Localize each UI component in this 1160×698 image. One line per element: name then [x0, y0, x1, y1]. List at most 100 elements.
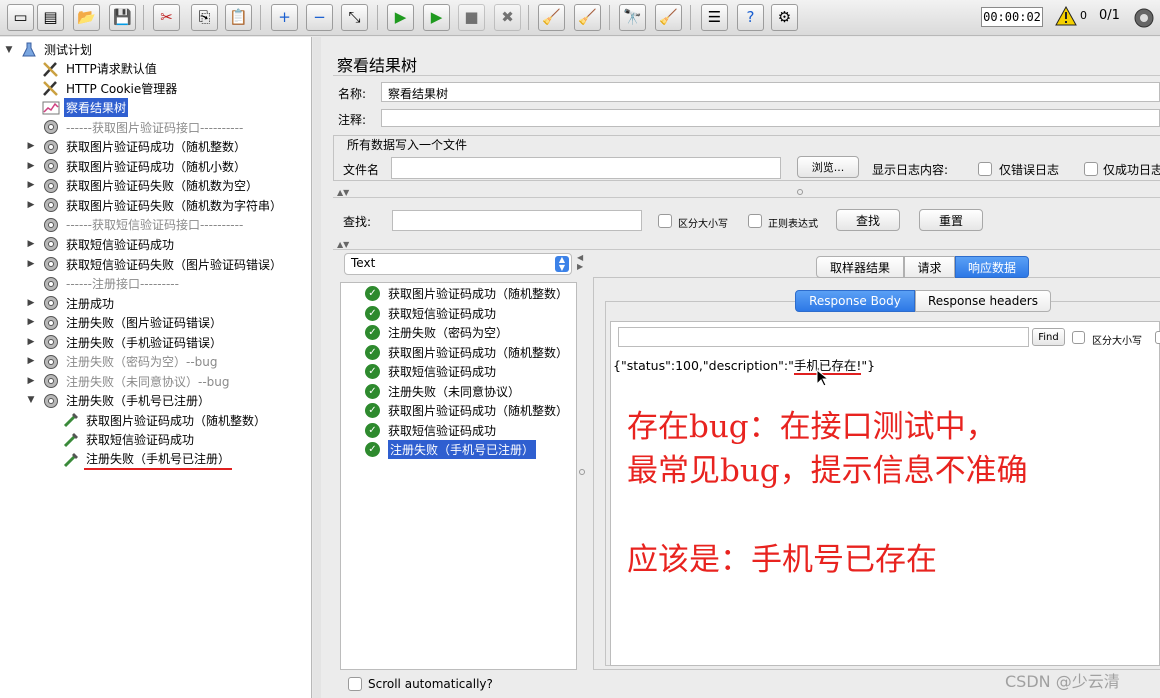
tree-node[interactable]: ▶ 获取短信验证码失败（图片验证码错误） — [28, 255, 284, 274]
tree-node[interactable]: ▶ 注册失败（手机验证码错误） — [28, 333, 224, 352]
search-button[interactable]: 查找 — [836, 209, 900, 231]
chevron-right-icon[interactable]: ▶ — [26, 298, 36, 308]
result-item[interactable]: ✓ 注册失败（未同意协议） — [365, 382, 520, 401]
split-arrows-icon[interactable]: ▲▼ — [337, 240, 349, 249]
chevron-right-icon[interactable]: ▶ — [26, 239, 36, 249]
chevron-right-icon[interactable]: ▶ — [26, 317, 36, 327]
warning-icon[interactable] — [1055, 5, 1077, 29]
chevron-right-icon[interactable]: ▶ — [26, 200, 36, 210]
tree-node[interactable]: ▶ 注册失败（图片验证码错误） — [28, 313, 224, 332]
stop-button[interactable]: ■ — [458, 4, 485, 31]
cut-button[interactable]: ✂ — [153, 4, 180, 31]
result-item[interactable]: ✓ 注册失败（手机号已注册） — [365, 440, 537, 459]
regex-checkbox[interactable] — [748, 214, 762, 228]
start-button[interactable]: ▶ — [387, 4, 414, 31]
chevron-updown-icon[interactable]: ▲ ▼ — [555, 256, 569, 272]
collapse-button[interactable]: − — [306, 4, 333, 31]
search-binoculars-button[interactable]: 🔭 — [619, 4, 646, 31]
tree-node[interactable]: ▶ 注册失败（密码为空）--bug — [28, 352, 220, 371]
tab-sampler-result[interactable]: 取样器结果 — [816, 256, 904, 278]
clear-all-button[interactable]: 🧹 — [574, 4, 601, 31]
shutdown-button[interactable]: ✖ — [494, 4, 521, 31]
response-body-text[interactable]: {"status":100,"description":"手机已存在!"} — [613, 355, 875, 375]
results-list[interactable]: ✓ 获取图片验证码成功（随机整数） ✓ 获取短信验证码成功 ✓ 注册失败（密码为空） ✓ 获取… — [340, 282, 577, 670]
search-input[interactable] — [392, 210, 642, 231]
open-button[interactable]: 📂 — [73, 4, 100, 31]
copy-button[interactable]: ⎘ — [191, 4, 218, 31]
tree-node[interactable]: 获取图片验证码成功（随机整数） — [62, 411, 268, 430]
tree-node[interactable]: 察看结果树 — [42, 98, 129, 118]
tree-node[interactable]: ▶ 注册成功 — [28, 294, 116, 313]
tree-node[interactable]: HTTP请求默认值 — [42, 59, 159, 78]
chevron-down-icon[interactable]: ▼ — [4, 45, 14, 55]
success-only-checkbox[interactable] — [1084, 162, 1098, 176]
templates-button[interactable]: ▤ — [37, 4, 64, 31]
find-button[interactable]: Find — [1032, 328, 1065, 346]
scroll-automatically-checkbox[interactable] — [348, 677, 362, 691]
tree-node[interactable]: 注册失败（手机号已注册） — [62, 450, 233, 470]
tree-node[interactable]: ------获取短信验证码接口---------- — [42, 215, 245, 234]
tree-node[interactable]: ▼ 注册失败（手机号已注册） — [28, 391, 212, 410]
renderer-select[interactable]: Text ▲ ▼ — [344, 253, 572, 275]
tab-response-headers[interactable]: Response headers — [915, 290, 1051, 312]
chevron-down-icon[interactable]: ▼ — [26, 395, 36, 405]
vertical-splitter[interactable] — [313, 37, 321, 698]
remote-status-icon[interactable] — [1133, 7, 1155, 32]
errors-only-checkbox[interactable] — [978, 162, 992, 176]
tree-node[interactable]: ▶ 获取图片验证码成功（随机整数） — [28, 137, 248, 156]
split-arrows-icon[interactable]: ▲▼ — [337, 188, 349, 197]
chevron-right-icon[interactable]: ▶ — [26, 337, 36, 347]
tree-node[interactable]: ▶ 注册失败（未同意协议）--bug — [28, 372, 232, 391]
split-arrows-icon[interactable]: ◀ ▶ — [577, 253, 583, 271]
response-case-checkbox[interactable] — [1072, 331, 1085, 344]
response-find-input[interactable] — [618, 327, 1029, 347]
tab-response-data[interactable]: 响应数据 — [955, 256, 1029, 278]
reset-search-button[interactable]: 🧹 — [655, 4, 682, 31]
save-button[interactable]: 💾 — [109, 4, 136, 31]
chevron-right-icon[interactable]: ▶ — [26, 161, 36, 171]
chevron-right-icon[interactable]: ▶ — [26, 376, 36, 386]
chevron-right-icon[interactable]: ▶ — [26, 356, 36, 366]
split-handle-icon[interactable] — [579, 469, 585, 475]
chevron-right-icon[interactable]: ▶ — [26, 180, 36, 190]
tree-node[interactable]: HTTP Cookie管理器 — [42, 79, 179, 98]
chevron-right-icon[interactable]: ▶ — [26, 259, 36, 269]
name-field[interactable]: 察看结果树 — [381, 82, 1160, 102]
paste-button[interactable]: 📋 — [225, 4, 252, 31]
tree-node[interactable]: ▶ 获取图片验证码失败（随机数为空） — [28, 176, 260, 195]
comment-field[interactable] — [381, 109, 1160, 127]
split-handle-icon[interactable] — [797, 189, 803, 195]
tab-response-body[interactable]: Response Body — [795, 290, 915, 312]
browse-button[interactable]: 浏览... — [797, 156, 859, 178]
result-item[interactable]: ✓ 获取图片验证码成功（随机整数） — [365, 343, 568, 362]
start-no-pause-button[interactable]: ▶ — [423, 4, 450, 31]
reset-button[interactable]: 重置 — [919, 209, 983, 231]
result-item[interactable]: ✓ 获取短信验证码成功 — [365, 362, 496, 381]
tree-node[interactable]: ▶ 获取短信验证码成功 — [28, 235, 176, 254]
result-item[interactable]: ✓ 获取图片验证码成功（随机整数） — [365, 401, 568, 420]
help-button[interactable]: ? — [737, 4, 764, 31]
tree-node[interactable]: ▶ 获取图片验证码成功（随机小数） — [28, 157, 248, 176]
tree-root[interactable]: ▼ 测试计划 — [4, 40, 94, 59]
expand-button[interactable]: + — [271, 4, 298, 31]
toggle-button[interactable]: ⤡ — [341, 4, 368, 31]
clear-button[interactable]: 🧹 — [538, 4, 565, 31]
remote-button[interactable]: ⚙ — [771, 4, 798, 31]
result-item[interactable]: ✓ 获取短信验证码成功 — [365, 421, 496, 440]
response-regex-checkbox[interactable] — [1155, 331, 1160, 344]
chevron-right-icon[interactable]: ▶ — [26, 141, 36, 151]
tree-node-label: 获取短信验证码失败（图片验证码错误） — [66, 257, 283, 272]
filename-input[interactable] — [391, 157, 781, 179]
tree-node[interactable]: ------注册接口--------- — [42, 274, 181, 293]
function-helper-button[interactable]: ☰ — [701, 4, 728, 31]
result-item[interactable]: ✓ 获取图片验证码成功（随机整数） — [365, 284, 568, 303]
new-button[interactable]: ▭ — [7, 4, 34, 31]
tree-node[interactable]: ▶ 获取图片验证码失败（随机数为字符串） — [28, 196, 284, 215]
test-plan-tree[interactable]: ▼ 测试计划 HTTP请求默认值 HTTP Cookie管理器 察看结果树 -----… — [0, 37, 312, 698]
tree-node[interactable]: 获取短信验证码成功 — [62, 430, 196, 449]
tree-node[interactable]: ------获取图片验证码接口---------- — [42, 118, 245, 137]
result-item[interactable]: ✓ 注册失败（密码为空） — [365, 323, 508, 342]
tab-request[interactable]: 请求 — [904, 256, 955, 278]
case-sensitive-checkbox[interactable] — [658, 214, 672, 228]
result-item[interactable]: ✓ 获取短信验证码成功 — [365, 304, 496, 323]
